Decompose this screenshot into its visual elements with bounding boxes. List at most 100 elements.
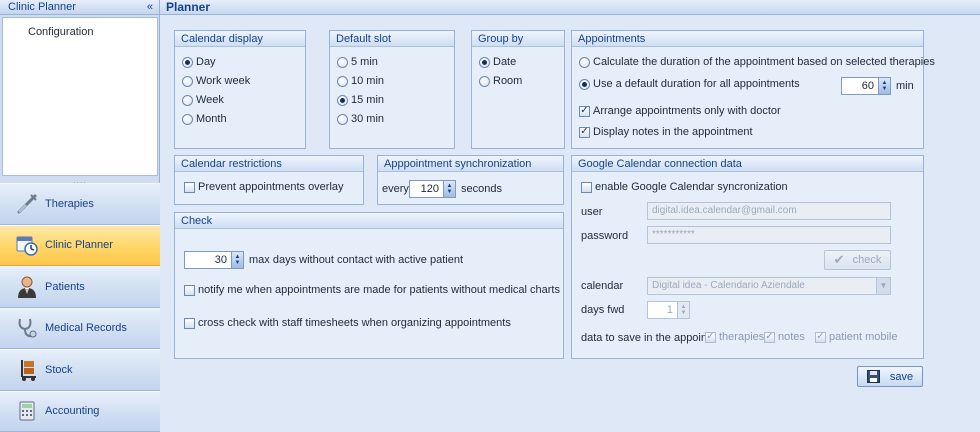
radio-15-min[interactable]: 15 min (337, 94, 384, 106)
nav-item-stock[interactable]: Stock (0, 349, 160, 391)
nav-label: Accounting (45, 405, 99, 417)
radio-week[interactable]: Week (182, 94, 224, 106)
radio-month[interactable]: Month (182, 113, 227, 125)
tree-item-configuration[interactable]: Configuration (28, 26, 93, 38)
spin-arrows-icon[interactable]: ▲▼ (231, 252, 243, 268)
google-user-field[interactable]: digital.idea.calendar@gmail.com (647, 202, 891, 220)
days-fwd-value[interactable]: 1 (648, 302, 677, 318)
radio-calculate-duration[interactable]: Calculate the duration of the appointmen… (579, 56, 935, 68)
radio-button[interactable] (479, 76, 490, 87)
checkbox-label: Display notes in the appointment (593, 126, 753, 138)
checkbox[interactable]: ✓ (705, 332, 716, 343)
syringe-icon (14, 191, 40, 217)
group-by-panel: Group by Date Room (471, 30, 565, 149)
duration-stepper[interactable]: 60 ▲▼ (841, 77, 891, 95)
prevent-overlay-checkbox[interactable]: Prevent appointments overlay (184, 181, 344, 193)
check-mark-icon: ✔ (834, 252, 845, 268)
days-fwd-stepper[interactable]: 1 ▲▼ (647, 301, 690, 319)
arrange-with-doctor-checkbox[interactable]: ✓Arrange appointments only with doctor (579, 105, 781, 117)
enable-google-sync-checkbox[interactable]: enable Google Calendar syncronization (581, 181, 788, 193)
panel-title: Default slot (330, 31, 454, 47)
user-label: user (581, 206, 602, 218)
radio-label: Date (493, 56, 516, 68)
person-icon (14, 274, 40, 300)
checkbox-label: patient mobile (829, 331, 898, 343)
radio-button[interactable] (579, 57, 590, 68)
calendar-select[interactable]: Digital idea - Calendario Aziendale ▼ (647, 277, 891, 295)
radio-button[interactable] (337, 76, 348, 87)
display-notes-checkbox[interactable]: ✓Display notes in the appointment (579, 126, 753, 138)
save-patient-mobile-checkbox[interactable]: ✓patient mobile (815, 331, 898, 343)
radio-date[interactable]: Date (479, 56, 516, 68)
radio-10-min[interactable]: 10 min (337, 75, 384, 87)
duration-value[interactable]: 60 (842, 78, 878, 94)
checkbox[interactable] (581, 182, 592, 193)
checkbox[interactable] (184, 182, 195, 193)
checkbox-label: cross check with staff timesheets when o… (198, 317, 511, 329)
nav-item-therapies[interactable]: Therapies (0, 183, 160, 225)
seconds-label: seconds (461, 183, 502, 195)
max-days-label: max days without contact with active pat… (249, 254, 463, 266)
panel-title: Calendar restrictions (175, 156, 363, 172)
radio-day[interactable]: Day (182, 56, 216, 68)
floppy-disk-icon (867, 370, 880, 383)
spin-arrows-icon[interactable]: ▲▼ (677, 302, 689, 318)
checkbox-label: Prevent appointments overlay (198, 181, 344, 193)
radio-button[interactable] (182, 95, 193, 106)
radio-label: 30 min (351, 113, 384, 125)
notify-no-charts-checkbox[interactable]: notify me when appointments are made for… (184, 284, 560, 296)
radio-button[interactable] (337, 114, 348, 125)
max-days-stepper[interactable]: 30 ▲▼ (184, 251, 244, 269)
nav-label: Clinic Planner (45, 239, 113, 251)
calendar-clock-icon (14, 232, 40, 258)
check-panel: Check 30 ▲▼ max days without contact wit… (174, 212, 564, 359)
radio-button[interactable] (337, 95, 348, 106)
checkbox[interactable]: ✓ (764, 332, 775, 343)
nav-item-medical-records[interactable]: Medical Records (0, 308, 160, 350)
checkbox[interactable]: ✓ (579, 127, 590, 138)
spin-arrows-icon[interactable]: ▲▼ (443, 181, 455, 197)
radio-button[interactable] (479, 57, 490, 68)
checkbox-label: notes (778, 331, 805, 343)
cross-check-timesheets-checkbox[interactable]: cross check with staff timesheets when o… (184, 317, 511, 329)
spin-arrows-icon[interactable]: ▲▼ (878, 78, 890, 94)
checkbox[interactable] (184, 318, 195, 329)
save-therapies-checkbox[interactable]: ✓therapies (705, 331, 764, 343)
max-days-value[interactable]: 30 (185, 252, 231, 268)
radio-button[interactable] (182, 76, 193, 87)
radio-button[interactable] (579, 79, 590, 90)
checkbox[interactable]: ✓ (579, 106, 590, 117)
save-notes-checkbox[interactable]: ✓notes (764, 331, 805, 343)
nav-label: Stock (45, 364, 73, 376)
duration-unit: min (896, 80, 914, 92)
radio-button[interactable] (182, 114, 193, 125)
nav-item-accounting[interactable]: Accounting (0, 391, 160, 432)
checkbox[interactable]: ✓ (815, 332, 826, 343)
sidebar-header: Clinic Planner « (0, 0, 159, 15)
radio-30-min[interactable]: 30 min (337, 113, 384, 125)
radio-room[interactable]: Room (479, 75, 522, 87)
page-title: Planner (160, 0, 980, 15)
google-password-field[interactable]: *********** (647, 226, 891, 244)
save-button[interactable]: save (857, 366, 923, 387)
check-connection-button[interactable]: ✔ check (824, 250, 891, 270)
every-label: every (382, 183, 409, 195)
radio-button[interactable] (337, 57, 348, 68)
sync-interval-stepper[interactable]: 120 ▲▼ (409, 180, 456, 198)
collapse-sidebar-icon[interactable]: « (147, 1, 153, 13)
sync-interval-value[interactable]: 120 (410, 181, 443, 197)
radio-default-duration[interactable]: Use a default duration for all appointme… (579, 78, 800, 90)
radio-button[interactable] (182, 57, 193, 68)
button-label: save (890, 371, 913, 383)
radio-work-week[interactable]: Work week (182, 75, 250, 87)
radio-label: Calculate the duration of the appointmen… (593, 56, 935, 68)
chevron-down-icon[interactable]: ▼ (876, 278, 890, 294)
nav-item-patients[interactable]: Patients (0, 266, 160, 308)
checkbox[interactable] (184, 285, 195, 296)
calendar-select-value: Digital idea - Calendario Aziendale (652, 280, 805, 291)
radio-label: 10 min (351, 75, 384, 87)
radio-5-min[interactable]: 5 min (337, 56, 378, 68)
nav-item-clinic-planner[interactable]: Clinic Planner (0, 225, 160, 267)
sidebar: Clinic Planner « Configuration .... Ther… (0, 0, 160, 425)
calendar-restrictions-panel: Calendar restrictions Prevent appointmen… (174, 155, 364, 205)
